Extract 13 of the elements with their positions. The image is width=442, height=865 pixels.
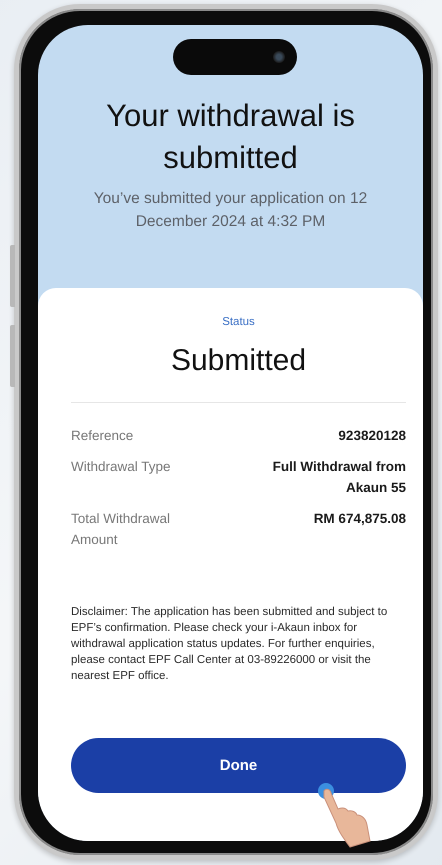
status-value: Submitted: [170, 344, 306, 378]
page-title: Your withdrawal is submitted: [105, 97, 356, 177]
detail-label: Withdrawal Type: [71, 458, 172, 476]
detail-value: Full Withdrawal from Akaun 55: [272, 458, 406, 497]
detail-value: 923820128: [337, 427, 406, 445]
camera-icon: [273, 51, 285, 63]
done-button[interactable]: Done: [71, 738, 406, 793]
submission-date-text: You’ve submitted your application on 12 December 2024 at 4:32 PM: [92, 189, 368, 232]
status-label: Status: [222, 316, 255, 328]
disclaimer-text: Disclaimer: The application has been submitted and subject to EPF’s confirmation. Please check your i-Akaun inbox for withdrawal application status updates. For further enquiries, please contact EPF Call Center at 03-89226000 or visit the nearest EPF office.: [71, 605, 388, 684]
detail-label: Total Withdrawal Amount: [71, 510, 172, 549]
detail-value: RM 674,875.08: [312, 510, 406, 528]
detail-label: Reference: [71, 427, 134, 445]
